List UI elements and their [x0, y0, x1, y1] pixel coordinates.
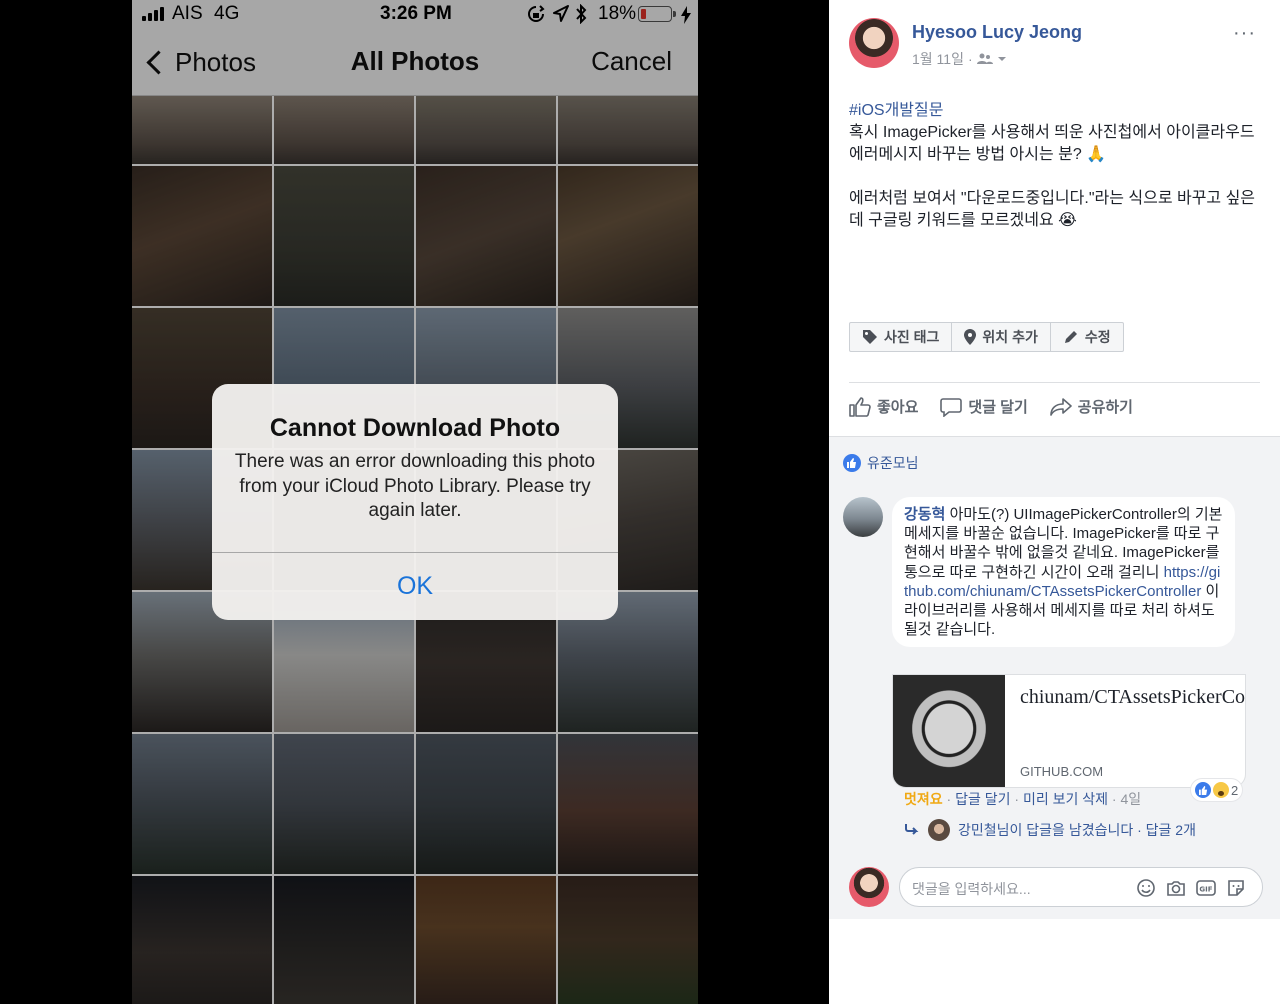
post-paragraph: 혹시 ImagePicker를 사용해서 띄운 사진첩에서 아이클라우드 에러메… [849, 124, 1255, 163]
replies-link[interactable]: 강민철님이 답글을 남겼습니다 · 답글 2개 [904, 819, 1196, 841]
remove-preview-link[interactable]: 미리 보기 삭제 [1023, 791, 1108, 807]
reply-summary: 강민철님이 답글을 남겼습니다 · 답글 2개 [958, 822, 1196, 838]
comment-composer-area [829, 867, 1280, 1004]
comment-placeholder: 댓글을 입력하세요... [912, 881, 1031, 897]
battery-icon [638, 6, 672, 22]
post-edit-toolbar: 사진 태그 위치 추가 수정 [849, 322, 1124, 352]
liked-by-label: 유준모님 [867, 455, 919, 471]
bluetooth-icon [576, 4, 587, 24]
link-preview-title: chiunam/CTAssetsPickerController [1020, 686, 1246, 708]
comment-bubble: 강동혁 아마도(?) UIImagePickerController의 기본 메… [892, 497, 1235, 648]
tag-photo-button[interactable]: 사진 태그 [850, 323, 953, 351]
photo-thumbnail[interactable] [132, 166, 272, 306]
thumbs-up-icon [849, 396, 871, 417]
friends-audience-icon[interactable] [976, 53, 993, 65]
commenter-avatar[interactable] [843, 497, 883, 537]
reply-arrow-icon [905, 824, 919, 835]
signal-icon [142, 7, 166, 21]
location-pin-icon [964, 329, 977, 345]
charging-icon [681, 6, 691, 24]
alert-title: Cannot Download Photo [269, 414, 561, 442]
clock: 3:26 PM [380, 3, 452, 24]
phone-screenshot: AIS 4G 3:26 PM 18% Photos All Photos Can… [132, 0, 698, 1004]
author-avatar[interactable] [849, 18, 899, 68]
ok-button[interactable]: OK [212, 553, 618, 620]
emoji-icon[interactable] [1136, 878, 1156, 898]
status-bar: AIS 4G 3:26 PM 18% [132, 0, 698, 30]
caret-down-icon[interactable] [997, 55, 1007, 63]
camera-icon[interactable] [1166, 878, 1186, 898]
photo-thumbnail[interactable] [132, 876, 272, 1004]
gif-icon[interactable]: GIF [1196, 878, 1216, 898]
commenter-name[interactable]: 강동혁 [904, 506, 945, 523]
photo-thumbnail[interactable] [274, 876, 414, 1004]
divider [849, 382, 1260, 383]
cancel-button[interactable]: Cancel [591, 46, 672, 77]
wow-reaction-icon [1213, 782, 1229, 798]
facebook-post: Hyesoo Lucy Jeong 1월 11일 · ··· #iOS개발질문 … [829, 0, 1280, 920]
like-reaction-icon [843, 454, 861, 472]
reply-link[interactable]: 답글 달기 [955, 791, 1010, 807]
photo-thumbnail[interactable] [558, 876, 698, 1004]
comment-time[interactable]: 4일 [1120, 791, 1141, 807]
photo-thumbnail[interactable] [274, 166, 414, 306]
liked-by-row[interactable]: 유준모님 [843, 453, 919, 473]
photo-thumbnail[interactable] [558, 96, 698, 164]
network-label: 4G [214, 3, 240, 24]
more-options-button[interactable]: ··· [1233, 22, 1256, 45]
photo-thumbnail[interactable] [558, 166, 698, 306]
alert-message: There was an error downloading this phot… [234, 451, 596, 521]
lock-rotation-icon [528, 5, 545, 22]
photo-thumbnail[interactable] [416, 96, 556, 164]
photo-thumbnail[interactable] [132, 96, 272, 164]
post-body: #iOS개발질문 혹시 ImagePicker를 사용해서 띄운 사진첩에서 아… [849, 100, 1269, 254]
tag-icon [863, 330, 877, 344]
battery-percent: 18% [598, 3, 637, 24]
photo-thumbnail[interactable] [416, 734, 556, 874]
link-preview-image [893, 675, 1005, 787]
current-user-avatar [849, 867, 889, 907]
reaction-label[interactable]: 멋져요 [904, 791, 943, 807]
post-actions: 좋아요 댓글 달기 공유하기 [849, 396, 1133, 417]
comment-input[interactable]: 댓글을 입력하세요... GIF [899, 867, 1263, 907]
error-alert: Cannot Download Photo There was an error… [212, 384, 618, 620]
pencil-icon [1064, 331, 1077, 343]
photo-thumbnail[interactable] [558, 734, 698, 874]
post-date[interactable]: 1월 11일 [912, 49, 964, 69]
carrier-label: AIS [172, 3, 203, 24]
share-arrow-icon [1049, 397, 1072, 416]
edit-button[interactable]: 수정 [1051, 323, 1123, 351]
speech-bubble-icon [940, 397, 963, 417]
photo-thumbnail[interactable] [132, 734, 272, 874]
navigation-bar: Photos All Photos Cancel [132, 30, 698, 96]
post-paragraph: 에러처럼 보여서 "다운로드중입니다."라는 식으로 바꾸고 싶은데 구글링 키… [849, 190, 1256, 229]
photo-thumbnail[interactable] [274, 96, 414, 164]
reaction-summary[interactable]: 2 [1191, 779, 1243, 801]
link-preview-card[interactable]: chiunam/CTAssetsPickerController GITHUB.… [892, 674, 1246, 788]
add-location-button[interactable]: 위치 추가 [952, 323, 1051, 351]
photo-thumbnail[interactable] [416, 166, 556, 306]
photo-thumbnail[interactable] [416, 876, 556, 1004]
comment-actions: 멋져요 · 답글 달기 · 미리 보기 삭제 · 4일 [904, 791, 1142, 807]
hashtag-link[interactable]: #iOS개발질문 [849, 100, 1269, 122]
photo-thumbnail[interactable] [274, 734, 414, 874]
like-button[interactable]: 좋아요 [849, 396, 918, 417]
sticker-icon[interactable] [1226, 878, 1246, 898]
comment-button[interactable]: 댓글 달기 [940, 396, 1028, 417]
reaction-count: 2 [1231, 782, 1239, 798]
share-button[interactable]: 공유하기 [1049, 396, 1133, 417]
like-reaction-icon [1195, 782, 1211, 798]
post-meta: 1월 11일 · [912, 49, 1007, 69]
location-icon [553, 5, 569, 22]
replier-avatar [928, 819, 950, 841]
svg-text:GIF: GIF [1199, 886, 1212, 894]
author-name[interactable]: Hyesoo Lucy Jeong [912, 22, 1082, 43]
comments-section: 유준모님 강동혁 아마도(?) UIImagePickerController의… [829, 436, 1280, 920]
link-preview-domain: GITHUB.COM [1020, 764, 1104, 779]
